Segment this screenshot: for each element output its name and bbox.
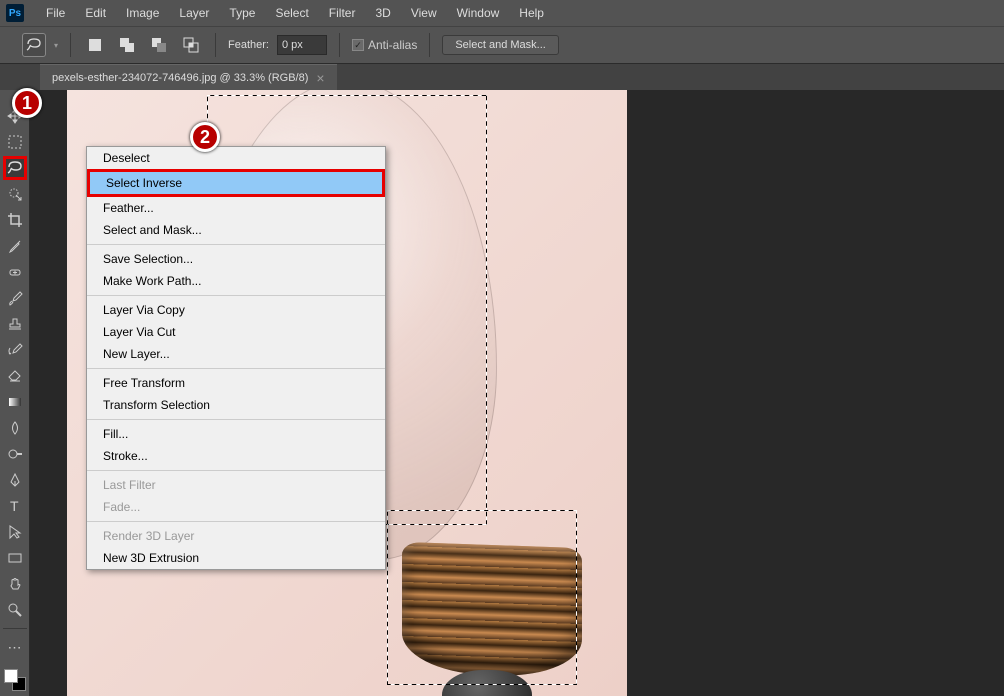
selection-outline xyxy=(387,510,577,685)
blur-tool-icon[interactable] xyxy=(3,416,27,440)
tab-title: pexels-esther-234072-746496.jpg @ 33.3% … xyxy=(52,72,308,84)
zoom-tool-icon[interactable] xyxy=(3,598,27,622)
menu-image[interactable]: Image xyxy=(116,2,169,24)
app-logo: Ps xyxy=(6,4,24,22)
feather-input[interactable] xyxy=(277,35,327,55)
cm-separator xyxy=(87,521,385,522)
menu-view[interactable]: View xyxy=(401,2,447,24)
cm-separator xyxy=(87,244,385,245)
select-and-mask-button[interactable]: Select and Mask... xyxy=(442,35,559,55)
cm-render-3d: Render 3D Layer xyxy=(87,525,385,547)
menu-window[interactable]: Window xyxy=(447,2,510,24)
hand-tool-icon[interactable] xyxy=(3,572,27,596)
gradient-tool-icon[interactable] xyxy=(3,390,27,414)
feather-label: Feather: xyxy=(228,39,269,51)
history-brush-tool-icon[interactable] xyxy=(3,338,27,362)
cm-last-filter: Last Filter xyxy=(87,474,385,496)
document-tabbar: pexels-esther-234072-746496.jpg @ 33.3% … xyxy=(0,64,1004,90)
antialias-label: Anti-alias xyxy=(368,38,417,52)
cm-fill[interactable]: Fill... xyxy=(87,423,385,445)
annotation-badge-1: 1 xyxy=(12,88,42,118)
eyedropper-tool-icon[interactable] xyxy=(3,234,27,258)
antialias-checkbox[interactable]: ✓ Anti-alias xyxy=(352,38,417,52)
menubar: Ps File Edit Image Layer Type Select Fil… xyxy=(0,0,1004,26)
rectangle-tool-icon[interactable] xyxy=(3,546,27,570)
selection-subtract-icon[interactable] xyxy=(147,33,171,57)
cm-new-layer[interactable]: New Layer... xyxy=(87,343,385,365)
cm-select-and-mask[interactable]: Select and Mask... xyxy=(87,219,385,241)
menu-layer[interactable]: Layer xyxy=(169,2,219,24)
cm-transform-selection[interactable]: Transform Selection xyxy=(87,394,385,416)
cm-deselect[interactable]: Deselect xyxy=(87,147,385,169)
menu-help[interactable]: Help xyxy=(509,2,554,24)
cm-save-selection[interactable]: Save Selection... xyxy=(87,248,385,270)
check-icon: ✓ xyxy=(352,39,364,51)
crop-tool-icon[interactable] xyxy=(3,208,27,232)
pen-tool-icon[interactable] xyxy=(3,468,27,492)
menu-filter[interactable]: Filter xyxy=(319,2,366,24)
marquee-tool-icon[interactable] xyxy=(3,130,27,154)
lasso-tool-icon[interactable] xyxy=(3,156,27,180)
brush-tool-icon[interactable] xyxy=(3,286,27,310)
quick-select-tool-icon[interactable] xyxy=(3,182,27,206)
stamp-tool-icon[interactable] xyxy=(3,312,27,336)
menu-type[interactable]: Type xyxy=(219,2,265,24)
cm-select-inverse[interactable]: Select Inverse xyxy=(90,172,382,194)
selection-intersect-icon[interactable] xyxy=(179,33,203,57)
toolbar: « T ⋯ xyxy=(0,90,30,696)
cm-free-transform[interactable]: Free Transform xyxy=(87,372,385,394)
selection-new-icon[interactable] xyxy=(83,33,107,57)
fg-color-icon xyxy=(4,669,18,683)
cm-fade: Fade... xyxy=(87,496,385,518)
context-menu: Deselect Select Inverse Feather... Selec… xyxy=(86,146,386,570)
tool-preset-lasso-icon[interactable] xyxy=(22,33,46,57)
eraser-tool-icon[interactable] xyxy=(3,364,27,388)
cm-layer-via-cut[interactable]: Layer Via Cut xyxy=(87,321,385,343)
options-bar: ▾ Feather: ✓ Anti-alias Select and Mask.… xyxy=(0,26,1004,64)
selection-add-icon[interactable] xyxy=(115,33,139,57)
color-swatch[interactable] xyxy=(4,669,26,691)
cm-separator xyxy=(87,470,385,471)
annotation-highlight-box: Select Inverse xyxy=(87,169,385,197)
document-tab[interactable]: pexels-esther-234072-746496.jpg @ 33.3% … xyxy=(40,64,337,91)
menu-select[interactable]: Select xyxy=(265,2,318,24)
cm-make-work-path[interactable]: Make Work Path... xyxy=(87,270,385,292)
edit-toolbar-icon[interactable]: ⋯ xyxy=(3,635,27,659)
text-tool-icon[interactable]: T xyxy=(3,494,27,518)
menu-file[interactable]: File xyxy=(36,2,75,24)
cm-new-3d-extrusion[interactable]: New 3D Extrusion xyxy=(87,547,385,569)
dodge-tool-icon[interactable] xyxy=(3,442,27,466)
cm-separator xyxy=(87,368,385,369)
tab-close-icon[interactable]: × xyxy=(316,70,324,86)
cm-separator xyxy=(87,419,385,420)
path-select-tool-icon[interactable] xyxy=(3,520,27,544)
menu-3d[interactable]: 3D xyxy=(365,2,400,24)
svg-text:T: T xyxy=(10,498,19,514)
cm-separator xyxy=(87,295,385,296)
menu-edit[interactable]: Edit xyxy=(75,2,116,24)
cm-feather[interactable]: Feather... xyxy=(87,197,385,219)
cm-layer-via-copy[interactable]: Layer Via Copy xyxy=(87,299,385,321)
cm-stroke[interactable]: Stroke... xyxy=(87,445,385,467)
healing-tool-icon[interactable] xyxy=(3,260,27,284)
annotation-badge-2: 2 xyxy=(190,122,220,152)
